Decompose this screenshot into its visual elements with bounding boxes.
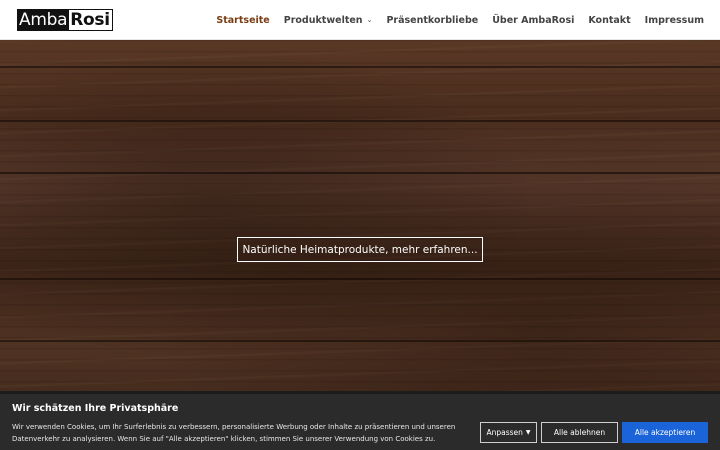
logo-part-a: Amba	[18, 10, 70, 30]
cookie-banner-text: Wir verwenden Cookies, um Ihr Surferlebn…	[12, 423, 456, 443]
chevron-down-icon: ⌄	[366, 16, 373, 24]
nav-item-praesentkorbliebe[interactable]: Präsentkorbliebe	[386, 15, 478, 26]
hero-cta-button[interactable]: Natürliche Heimatprodukte, mehr erfahren…	[237, 237, 483, 262]
main-nav: Startseite Produktwelten ⌄ Präsentkorbli…	[216, 0, 704, 40]
site-header: Amba Rosi Startseite Produktwelten ⌄ Prä…	[0, 0, 720, 40]
nav-item-label: Impressum	[644, 14, 704, 26]
nav-item-label: Startseite	[216, 14, 270, 26]
caret-down-icon: ▼	[525, 429, 531, 436]
wood-plank-line	[0, 120, 720, 122]
nav-item-label: Präsentkorbliebe	[386, 14, 479, 26]
cookie-banner: Wir schätzen Ihre Privatsphäre Wir verwe…	[0, 391, 720, 450]
nav-item-startseite[interactable]: Startseite	[216, 15, 269, 26]
nav-item-kontakt[interactable]: Kontakt	[588, 15, 630, 26]
nav-item-label: Produktwelten	[283, 14, 363, 26]
logo[interactable]: Amba Rosi	[17, 9, 113, 31]
cookie-reject-all-button[interactable]: Alle ablehnen	[541, 422, 618, 443]
cookie-customize-button[interactable]: Anpassen ▼	[480, 422, 537, 443]
nav-item-ueber-ambarosi[interactable]: Über AmbaRosi	[492, 15, 574, 26]
wood-plank-line	[0, 66, 720, 68]
cookie-customize-label: Anpassen	[486, 428, 523, 437]
logo-part-b: Rosi	[69, 10, 112, 30]
nav-item-produktwelten[interactable]: Produktwelten ⌄	[284, 15, 373, 26]
wood-plank-line	[0, 172, 720, 174]
nav-item-impressum[interactable]: Impressum	[645, 15, 704, 26]
cookie-banner-title: Wir schätzen Ihre Privatsphäre	[12, 403, 179, 414]
cookie-accept-all-button[interactable]: Alle akzeptieren	[622, 422, 708, 443]
wood-plank-line	[0, 340, 720, 342]
nav-item-label: Kontakt	[588, 14, 631, 26]
wood-plank-line	[0, 278, 720, 280]
hero-wood-background: Natürliche Heimatprodukte, mehr erfahren…	[0, 40, 720, 450]
nav-item-label: Über AmbaRosi	[492, 14, 575, 26]
